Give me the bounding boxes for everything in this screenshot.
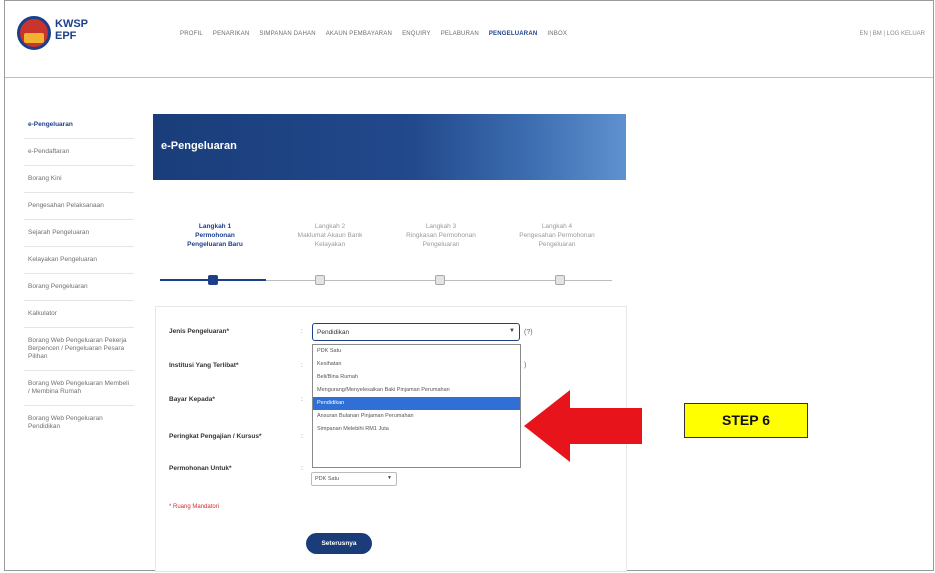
dropdown-option[interactable]: PDK Satu — [313, 345, 520, 358]
mandatory-note: * Ruang Mandatori — [169, 504, 220, 510]
logo-line-1: KWSP — [55, 18, 88, 30]
step-3-label: Langkah 3 Ringkasan Permohonan Pengeluaran — [386, 222, 496, 249]
dropdown-option[interactable]: Beli/Bina Rumah — [313, 371, 520, 384]
page-title: e-Pengeluaran — [161, 140, 237, 152]
step-1-line-3: Pengeluaran Baru — [187, 241, 243, 248]
sidebar-item-sejarah[interactable]: Sejarah Pengeluaran — [24, 220, 134, 247]
nav-item-penarikan[interactable]: PENARIKAN — [213, 31, 249, 37]
step-label-box: STEP 6 — [684, 403, 808, 438]
step-2-label: Langkah 2 Maklumat Akaun Bank Kelayakan — [275, 222, 385, 249]
permohonan-untuk-select[interactable]: PDK Satu ▼ — [311, 472, 397, 486]
sidebar-item-borang-web-pendidikan[interactable]: Borang Web Pengeluaran Pendidikan — [24, 406, 134, 440]
chevron-down-icon: ▼ — [509, 328, 515, 334]
label-institusi: Institusi Yang Terlibat* — [169, 362, 239, 369]
label-permohonan-untuk: Permohonan Untuk* — [169, 465, 232, 472]
step-1-marker-icon — [208, 275, 218, 285]
dropdown-option-selected[interactable]: Pendidikan — [313, 397, 520, 410]
main-nav: PROFIL PENARIKAN SIMPANAN DAHAN AKAUN PE… — [180, 31, 567, 37]
permohonan-untuk-value: PDK Satu — [315, 476, 340, 482]
colon-5: : — [301, 465, 303, 472]
step-2-line-2: Maklumat Akaun Bank — [297, 232, 363, 239]
step-3-marker-icon — [435, 275, 445, 285]
dropdown-option[interactable]: Ansuran Bulanan Pinjaman Perumahan — [313, 410, 520, 423]
sidebar-item-borang-pengeluaran[interactable]: Borang Pengeluaran — [24, 274, 134, 301]
logo-line-2: EPF — [55, 30, 77, 42]
step-1-line-1: Langkah 1 — [198, 223, 232, 230]
step-2-line-3: Kelayakan — [314, 241, 346, 248]
dropdown-option[interactable]: Mengurang/Menyelesaikan Baki Pinjaman Pe… — [313, 384, 520, 397]
step-3-line-3: Pengeluaran — [422, 241, 460, 248]
next-button[interactable]: Seterusnya — [306, 533, 372, 554]
nav-item-simpanan[interactable]: SIMPANAN DAHAN — [259, 31, 315, 37]
nav-item-enquiry[interactable]: ENQUIRY — [402, 31, 431, 37]
colon-4: : — [301, 433, 303, 440]
step-4-line-3: Pengeluaran — [538, 241, 576, 248]
dropdown-option[interactable]: Kesihatan — [313, 358, 520, 371]
colon-2: : — [301, 362, 303, 369]
arrow-shape — [524, 390, 642, 462]
step-1-line-2: Permohonan — [195, 232, 235, 239]
sidebar-item-borang-web-rumah[interactable]: Borang Web Pengeluaran Membeli / Membina… — [24, 371, 134, 406]
page-banner: e-Pengeluaran — [153, 114, 626, 180]
sidebar-item-e-pengeluaran[interactable]: e-Pengeluaran — [24, 112, 134, 139]
step-3-line-2: Ringkasan Permohonan — [406, 232, 476, 239]
sidebar-item-borang-web-pesara[interactable]: Borang Web Pengeluaran Pekerja Berpencen… — [24, 328, 134, 371]
sidebar-item-kelayakan[interactable]: Kelayakan Pengeluaran — [24, 247, 134, 274]
kwsp-logo[interactable]: KWSP EPF — [17, 16, 107, 56]
step-1-label: Langkah 1 Permohonan Pengeluaran Baru — [160, 222, 270, 249]
label-peringkat-pengajian: Peringkat Pengajian / Kursus* — [169, 433, 262, 440]
red-arrow-icon — [524, 390, 642, 462]
step-4-line-1: Langkah 4 — [541, 223, 573, 230]
language-logout-links[interactable]: EN | BM | LOG KELUAR — [860, 31, 925, 37]
jenis-pengeluaran-dropdown: PDK Satu Kesihatan Beli/Bina Rumah Mengu… — [312, 344, 521, 468]
step-4-line-2: Pengesahan Permohonan — [519, 232, 595, 239]
help-icon[interactable]: ) — [524, 362, 526, 369]
nav-item-akaun[interactable]: AKAUN PEMBAYARAN — [326, 31, 392, 37]
jenis-pengeluaran-value: Pendidikan — [317, 329, 350, 336]
jenis-pengeluaran-select[interactable]: Pendidikan ▼ — [312, 323, 520, 341]
label-bayar-kepada: Bayar Kepada* — [169, 396, 215, 403]
colon-3: : — [301, 396, 303, 403]
nav-item-profil[interactable]: PROFIL — [180, 31, 203, 37]
step-indicator: Langkah 1 Permohonan Pengeluaran Baru Lang… — [160, 222, 628, 292]
nav-item-inbox[interactable]: INBOX — [547, 31, 567, 37]
nav-item-pengeluaran[interactable]: PENGELUARAN — [489, 31, 538, 37]
sidebar-item-pengesahan[interactable]: Pengesahan Pelaksanaan — [24, 193, 134, 220]
sidebar: e-Pengeluaran e-Pendaftaran Borang Kini … — [24, 112, 134, 440]
step-3-line-1: Langkah 3 — [425, 223, 457, 230]
help-icon[interactable]: (?) — [524, 329, 533, 336]
nav-item-pelaburan[interactable]: PELABURAN — [441, 31, 479, 37]
step-2-marker-icon — [315, 275, 325, 285]
colon-1: : — [301, 328, 303, 335]
chevron-down-icon: ▼ — [387, 475, 392, 481]
dropdown-option[interactable]: Simpanan Melebihi RM1 Juta — [313, 423, 520, 436]
label-jenis-pengeluaran: Jenis Pengeluaran* — [169, 328, 229, 335]
site-header: KWSP EPF PROFIL PENARIKAN SIMPANAN DAHAN… — [5, 1, 933, 78]
step-2-line-1: Langkah 2 — [314, 223, 346, 230]
sidebar-item-borang-kini[interactable]: Borang Kini — [24, 166, 134, 193]
kwsp-emblem-icon — [17, 16, 51, 50]
step-4-label: Langkah 4 Pengesahan Permohonan Pengeluara… — [502, 222, 612, 249]
sidebar-item-e-pendaftaran[interactable]: e-Pendaftaran — [24, 139, 134, 166]
step-4-marker-icon — [555, 275, 565, 285]
sidebar-item-kalkulator[interactable]: Kalkulator — [24, 301, 134, 328]
step-progress-track — [212, 280, 612, 281]
